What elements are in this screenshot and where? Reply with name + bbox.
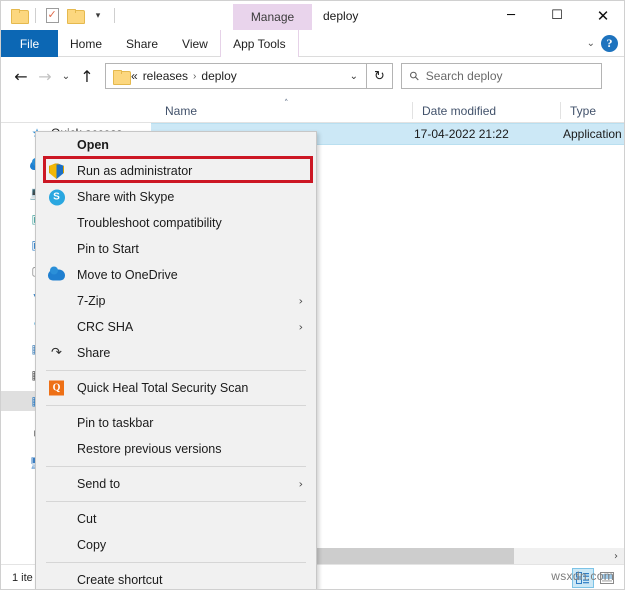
menu-item-crc-sha[interactable]: CRC SHA › bbox=[36, 314, 316, 340]
menu-item-create-shortcut[interactable]: Create shortcut bbox=[36, 567, 316, 589]
breadcrumb-item-deploy[interactable]: deploy bbox=[201, 69, 236, 83]
qat-divider-2 bbox=[114, 8, 115, 23]
menu-item-move-to-onedrive[interactable]: Move to OneDrive bbox=[36, 262, 316, 288]
address-dropdown-icon[interactable]: ⌄ bbox=[344, 71, 364, 82]
address-bar[interactable]: « releases › deploy ⌄ bbox=[105, 63, 367, 89]
ribbon-right-controls: ⌄ ? bbox=[587, 30, 624, 56]
recent-locations-button[interactable]: ⌄ bbox=[57, 61, 75, 91]
address-bar-row: ← → ⌄ ↑ « releases › deploy ⌄ ↻ ⚲ Search… bbox=[1, 57, 624, 95]
menu-item-pin-to-start[interactable]: Pin to Start bbox=[36, 236, 316, 262]
quick-heal-icon: Q bbox=[48, 380, 65, 397]
menu-item-cut[interactable]: Cut bbox=[36, 506, 316, 532]
breadcrumb-overflow[interactable]: « bbox=[131, 69, 138, 83]
menu-item-label: Create shortcut bbox=[77, 573, 163, 587]
tab-home[interactable]: Home bbox=[58, 30, 114, 57]
chevron-right-icon: › bbox=[298, 477, 303, 491]
tab-app-tools[interactable]: App Tools bbox=[219, 30, 299, 57]
menu-item-quick-heal-total-security-scan[interactable]: Q Quick Heal Total Security Scan bbox=[36, 375, 316, 401]
tab-share[interactable]: Share bbox=[114, 30, 170, 57]
chevron-right-icon: › bbox=[298, 294, 303, 308]
menu-item-7-zip[interactable]: 7-Zip › bbox=[36, 288, 316, 314]
menu-separator bbox=[46, 562, 306, 563]
menu-item-troubleshoot-compatibility[interactable]: Troubleshoot compatibility bbox=[36, 210, 316, 236]
column-header-row: Name ˄ Date modified Type bbox=[1, 98, 624, 123]
menu-item-pin-to-taskbar[interactable]: Pin to taskbar bbox=[36, 410, 316, 436]
menu-item-run-as-administrator[interactable]: Run as administrator bbox=[36, 158, 316, 184]
qat-divider-1 bbox=[35, 8, 36, 23]
minimize-button[interactable]: ─ bbox=[488, 1, 534, 30]
menu-item-label: Copy bbox=[77, 538, 107, 552]
scroll-right-icon[interactable]: › bbox=[608, 548, 624, 564]
context-menu[interactable]: Open Run as administrator S Share with S… bbox=[35, 131, 317, 589]
menu-item-label: CRC SHA bbox=[77, 320, 134, 334]
breadcrumb-separator: › bbox=[193, 70, 197, 82]
menu-item-label: Pin to taskbar bbox=[77, 416, 154, 430]
menu-item-label: Run as administrator bbox=[77, 164, 193, 178]
watermark: wsxdn.com bbox=[551, 569, 614, 583]
search-box[interactable]: ⚲ Search deploy bbox=[401, 63, 602, 89]
customize-qat-caret-icon[interactable]: ▾ bbox=[88, 6, 108, 26]
breadcrumb: « releases › deploy bbox=[131, 69, 344, 83]
menu-item-label: Cut bbox=[77, 512, 97, 526]
menu-item-label: Share with Skype bbox=[77, 190, 175, 204]
search-icon: ⚲ bbox=[406, 67, 423, 85]
contextual-tab-manage[interactable]: Manage bbox=[233, 4, 312, 30]
column-header-date-modified[interactable]: Date modified bbox=[413, 98, 561, 123]
chevron-right-icon: › bbox=[298, 320, 303, 334]
back-button[interactable]: ← bbox=[9, 61, 33, 91]
close-button[interactable]: ✕ bbox=[580, 1, 624, 30]
menu-item-label: 7-Zip bbox=[77, 294, 106, 308]
address-folder-icon bbox=[111, 66, 131, 86]
chevron-down-icon[interactable]: ⌄ bbox=[587, 38, 595, 49]
up-button[interactable]: ↑ bbox=[75, 61, 99, 91]
shield-icon bbox=[48, 163, 65, 180]
ribbon-tab-bar: File Home Share View App Tools ⌄ ? bbox=[1, 30, 624, 57]
menu-item-open[interactable]: Open bbox=[36, 132, 316, 158]
window-controls: ─ ☐ ✕ bbox=[488, 1, 624, 30]
menu-separator bbox=[46, 405, 306, 406]
menu-item-restore-previous-versions[interactable]: Restore previous versions bbox=[36, 436, 316, 462]
tab-file[interactable]: File bbox=[1, 30, 58, 57]
new-folder-icon[interactable] bbox=[65, 6, 85, 26]
onedrive-icon bbox=[48, 266, 65, 284]
share-icon: ↷ bbox=[51, 345, 62, 361]
column-header-type[interactable]: Type bbox=[561, 98, 624, 123]
folder-icon[interactable] bbox=[9, 6, 29, 26]
menu-item-label: Send to bbox=[77, 477, 121, 491]
cell-type: Application bbox=[563, 127, 622, 141]
menu-item-copy[interactable]: Copy bbox=[36, 532, 316, 558]
refresh-button[interactable]: ↻ bbox=[367, 63, 393, 89]
skype-icon: S bbox=[48, 189, 65, 206]
search-input[interactable]: Search deploy bbox=[426, 69, 503, 83]
window-title: deploy bbox=[323, 8, 359, 23]
forward-button: → bbox=[38, 66, 52, 86]
title-bar: ▾ Manage deploy ─ ☐ ✕ bbox=[1, 1, 624, 30]
tab-view[interactable]: View bbox=[170, 30, 220, 57]
menu-item-label: Share bbox=[77, 346, 111, 360]
menu-separator bbox=[46, 370, 306, 371]
menu-item-label: Move to OneDrive bbox=[77, 268, 178, 282]
file-explorer-window: ▾ Manage deploy ─ ☐ ✕ File Home Share Vi… bbox=[0, 0, 625, 590]
help-icon[interactable]: ? bbox=[601, 34, 618, 52]
menu-item-send-to[interactable]: Send to › bbox=[36, 471, 316, 497]
properties-icon[interactable] bbox=[42, 6, 62, 26]
quick-access-toolbar: ▾ bbox=[1, 1, 118, 30]
menu-item-label: Pin to Start bbox=[77, 242, 139, 256]
menu-item-label: Quick Heal Total Security Scan bbox=[77, 381, 249, 395]
menu-separator bbox=[46, 466, 306, 467]
item-count-label: 1 ite bbox=[12, 571, 33, 584]
menu-separator bbox=[46, 501, 306, 502]
menu-item-label: Open bbox=[77, 138, 109, 152]
menu-item-share-with-skype[interactable]: S Share with Skype bbox=[36, 184, 316, 210]
menu-item-label: Troubleshoot compatibility bbox=[77, 216, 222, 230]
cell-date-modified: 17-04-2022 21:22 bbox=[414, 127, 509, 141]
menu-item-share[interactable]: ↷ Share bbox=[36, 340, 316, 366]
breadcrumb-item-releases[interactable]: releases bbox=[143, 69, 188, 83]
menu-item-label: Restore previous versions bbox=[77, 442, 222, 456]
sort-ascending-icon: ˄ bbox=[284, 99, 289, 109]
maximize-button[interactable]: ☐ bbox=[534, 1, 580, 30]
